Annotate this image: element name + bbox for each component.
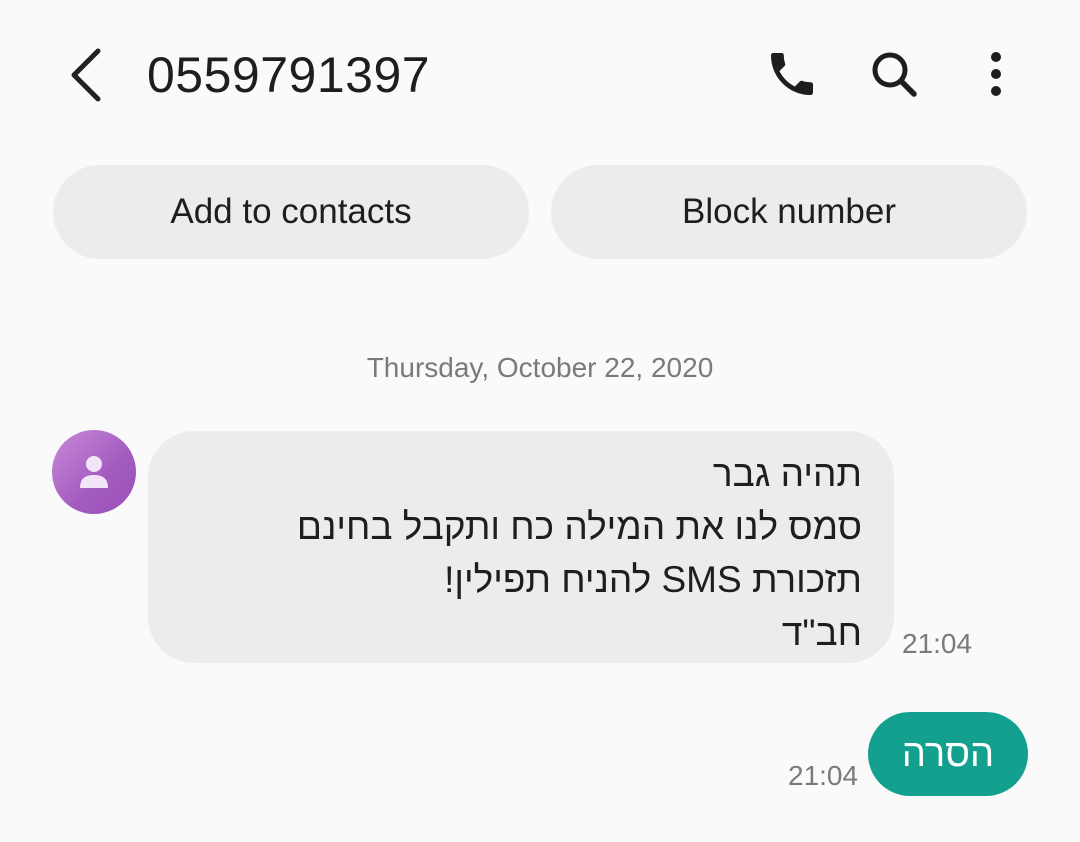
message-line: סמס לנו את המילה כח ותקבל בחינם bbox=[296, 506, 862, 547]
more-options-button[interactable] bbox=[964, 42, 1028, 106]
incoming-message-time: 21:04 bbox=[902, 628, 973, 659]
date-separator: Thursday, October 22, 2020 bbox=[366, 352, 714, 383]
message-line: תהיה גבר bbox=[712, 453, 862, 494]
outgoing-message-time: 21:04 bbox=[788, 760, 859, 791]
block-number-button[interactable]: Block number bbox=[551, 165, 1027, 259]
contact-title: 0559791397 bbox=[147, 47, 431, 103]
person-icon bbox=[80, 456, 108, 488]
chevron-left-icon bbox=[71, 48, 101, 102]
incoming-message-bubble[interactable]: תהיה גבר סמס לנו את המילה כח ותקבל בחינם… bbox=[148, 431, 894, 663]
conversation-header: 0559791397 bbox=[0, 0, 1080, 150]
avatar[interactable] bbox=[52, 430, 136, 514]
message-line: תזכורת SMS להניח תפילין! bbox=[444, 559, 862, 600]
message-line: חב"ד bbox=[781, 612, 862, 653]
messages-screen: 0559791397 Add to contacts Block number … bbox=[0, 0, 1080, 842]
phone-icon bbox=[771, 53, 813, 95]
add-to-contacts-button[interactable]: Add to contacts bbox=[53, 165, 529, 259]
back-button[interactable] bbox=[56, 42, 116, 108]
outgoing-message-bubble[interactable]: הסרה bbox=[868, 712, 1028, 796]
more-vert-icon bbox=[991, 52, 1001, 96]
call-button[interactable] bbox=[760, 42, 824, 106]
search-icon bbox=[872, 52, 917, 97]
search-button[interactable] bbox=[862, 42, 926, 106]
